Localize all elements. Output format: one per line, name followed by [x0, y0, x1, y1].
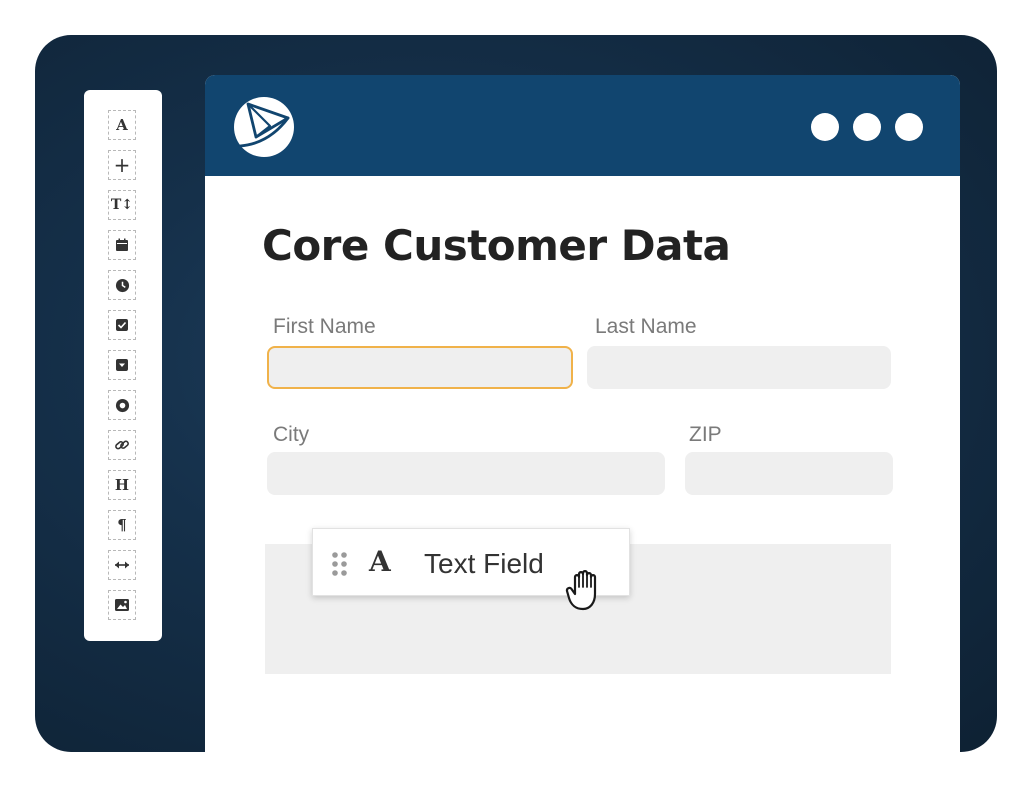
heading-icon: H	[114, 476, 130, 494]
dropdown-icon	[116, 359, 128, 371]
radio-icon	[115, 398, 129, 412]
horizontal-resize-icon	[115, 561, 129, 569]
city-label: City	[273, 423, 310, 446]
app-frame: A + T↕ H ¶ Core Customer Data First Name…	[35, 35, 997, 752]
tool-checkbox[interactable]	[108, 310, 136, 340]
tool-radio[interactable]	[108, 390, 136, 420]
first-name-field[interactable]	[267, 346, 573, 389]
plus-icon: +	[113, 153, 131, 177]
tool-time[interactable]	[108, 270, 136, 300]
calendar-icon	[116, 238, 128, 251]
image-icon	[115, 599, 129, 611]
tool-image[interactable]	[108, 590, 136, 620]
text-size-icon: T↕	[110, 197, 134, 213]
text-letter-icon: A	[116, 116, 128, 134]
zip-field[interactable]	[685, 452, 893, 495]
paragraph-icon: ¶	[117, 516, 127, 534]
text-letter-icon: A	[369, 545, 391, 578]
first-name-label: First Name	[273, 315, 376, 338]
last-name-label: Last Name	[595, 315, 697, 338]
tool-dropdown[interactable]	[108, 350, 136, 380]
paper-plane-logo-icon	[234, 97, 294, 157]
field-palette: A + T↕ H ¶	[84, 90, 162, 641]
link-icon	[115, 440, 129, 450]
grab-hand-icon	[565, 570, 597, 611]
tool-paragraph[interactable]: ¶	[108, 510, 136, 540]
checkbox-icon	[116, 319, 128, 331]
page-title: Core Customer Data	[262, 221, 731, 270]
window-dot-2[interactable]	[853, 113, 881, 141]
tool-text-size[interactable]: T↕	[108, 190, 136, 220]
window-dot-3[interactable]	[895, 113, 923, 141]
tool-date[interactable]	[108, 230, 136, 260]
form-window: Core Customer Data First Name Last Name …	[205, 75, 960, 752]
drag-item-label: Text Field	[424, 548, 544, 579]
tool-link[interactable]	[108, 430, 136, 460]
zip-label: ZIP	[689, 423, 722, 446]
window-dot-1[interactable]	[811, 113, 839, 141]
last-name-field[interactable]	[587, 346, 891, 389]
city-field[interactable]	[267, 452, 665, 495]
title-bar	[205, 75, 960, 176]
drag-handle-icon[interactable]	[331, 551, 349, 577]
tool-heading[interactable]: H	[108, 470, 136, 500]
clock-icon	[115, 278, 129, 292]
tool-add[interactable]: +	[108, 150, 136, 180]
tool-text[interactable]: A	[108, 110, 136, 140]
tool-divider[interactable]	[108, 550, 136, 580]
